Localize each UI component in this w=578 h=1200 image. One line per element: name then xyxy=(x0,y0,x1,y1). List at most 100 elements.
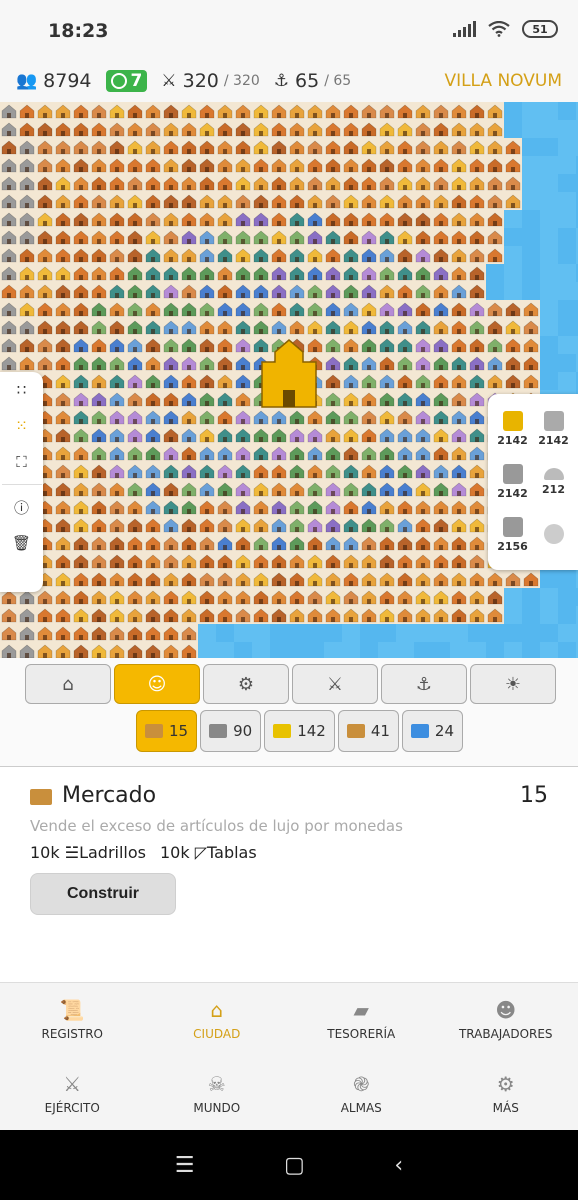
map-tile[interactable] xyxy=(1,104,17,119)
map-tile[interactable] xyxy=(271,194,287,209)
map-tile[interactable] xyxy=(558,246,576,264)
map-tile[interactable] xyxy=(361,104,377,119)
map-tile[interactable] xyxy=(522,588,540,606)
map-tile[interactable] xyxy=(414,624,432,642)
map-tile[interactable] xyxy=(181,140,197,155)
map-tile[interactable] xyxy=(145,320,161,335)
map-tile[interactable] xyxy=(540,588,558,606)
panel-item[interactable]: 2142 xyxy=(492,455,533,508)
map-tile[interactable] xyxy=(469,410,485,425)
map-tile[interactable] xyxy=(217,176,233,191)
map-tile[interactable] xyxy=(145,536,161,551)
map-tile[interactable] xyxy=(289,302,305,317)
map-tile[interactable] xyxy=(217,554,233,569)
map-tile[interactable] xyxy=(55,104,71,119)
map-tile[interactable] xyxy=(235,284,251,299)
map-tile[interactable] xyxy=(199,410,215,425)
map-tile[interactable] xyxy=(199,158,215,173)
map-tile[interactable] xyxy=(181,194,197,209)
subtab-market[interactable]: 15 xyxy=(136,710,198,752)
map-tile[interactable] xyxy=(109,500,125,515)
map-tile[interactable] xyxy=(55,302,71,317)
map-tile[interactable] xyxy=(558,210,576,228)
map-tile[interactable] xyxy=(558,102,576,120)
map-tile[interactable] xyxy=(73,140,89,155)
panel-item[interactable]: 2156 xyxy=(492,509,533,562)
map-tile[interactable] xyxy=(343,464,359,479)
map-tile[interactable] xyxy=(1,158,17,173)
map-tile[interactable] xyxy=(91,284,107,299)
map-tile[interactable] xyxy=(1,140,17,155)
map-tile[interactable] xyxy=(1,176,17,191)
map-tile[interactable] xyxy=(522,120,540,138)
map-tile[interactable] xyxy=(505,302,521,317)
map-tile[interactable] xyxy=(199,212,215,227)
home-icon[interactable]: ▢ xyxy=(284,1153,305,1178)
map-tile[interactable] xyxy=(19,104,35,119)
map-tile[interactable] xyxy=(361,518,377,533)
map-tile[interactable] xyxy=(379,590,395,605)
fullscreen-icon[interactable]: ⛶ xyxy=(0,444,43,480)
map-tile[interactable] xyxy=(127,194,143,209)
map-tile[interactable] xyxy=(55,554,71,569)
map-tile[interactable] xyxy=(127,176,143,191)
map-tile[interactable] xyxy=(163,392,179,407)
map-tile[interactable] xyxy=(271,590,287,605)
map-tile[interactable] xyxy=(415,194,431,209)
map-tile[interactable] xyxy=(432,642,450,658)
map-tile[interactable] xyxy=(73,356,89,371)
map-tile[interactable] xyxy=(415,446,431,461)
map-tile[interactable] xyxy=(235,464,251,479)
map-tile[interactable] xyxy=(289,104,305,119)
map-tile[interactable] xyxy=(451,572,467,587)
map-tile[interactable] xyxy=(73,266,89,281)
map-tile[interactable] xyxy=(163,248,179,263)
map-tile[interactable] xyxy=(19,320,35,335)
map-tile[interactable] xyxy=(109,374,125,389)
map-tile[interactable] xyxy=(415,374,431,389)
map-tile[interactable] xyxy=(433,356,449,371)
map-tile[interactable] xyxy=(433,590,449,605)
map-tile[interactable] xyxy=(397,248,413,263)
map-tile[interactable] xyxy=(37,302,53,317)
city-name[interactable]: VILLA NOVUM xyxy=(444,71,562,91)
map-tile[interactable] xyxy=(522,228,540,246)
map-tile[interactable] xyxy=(379,428,395,443)
map-tile[interactable] xyxy=(1,194,17,209)
map-tile[interactable] xyxy=(217,374,233,389)
map-tile[interactable] xyxy=(343,320,359,335)
grid-icon[interactable]: ∷ xyxy=(0,372,43,408)
map-tile[interactable] xyxy=(361,590,377,605)
map-tile[interactable] xyxy=(469,554,485,569)
map-tile[interactable] xyxy=(486,624,504,642)
map-tile[interactable] xyxy=(163,608,179,623)
map-tile[interactable] xyxy=(163,374,179,389)
map-tile[interactable] xyxy=(361,356,377,371)
map-tile[interactable] xyxy=(469,518,485,533)
map-tile[interactable] xyxy=(37,320,53,335)
map-tile[interactable] xyxy=(505,338,521,353)
subtab-stairs[interactable]: 90 xyxy=(200,710,262,752)
map-tile[interactable] xyxy=(235,230,251,245)
map-tile[interactable] xyxy=(379,158,395,173)
nav-almas[interactable]: ֎ ALMAS xyxy=(289,1057,434,1131)
map-tile[interactable] xyxy=(397,284,413,299)
map-tile[interactable] xyxy=(558,570,576,588)
map-tile[interactable] xyxy=(235,140,251,155)
map-tile[interactable] xyxy=(127,230,143,245)
map-tile[interactable] xyxy=(361,392,377,407)
map-tile[interactable] xyxy=(253,572,269,587)
map-tile[interactable] xyxy=(55,212,71,227)
map-tile[interactable] xyxy=(37,644,53,658)
map-tile[interactable] xyxy=(235,356,251,371)
map-tile[interactable] xyxy=(163,428,179,443)
map-tile[interactable] xyxy=(235,104,251,119)
map-tile[interactable] xyxy=(325,536,341,551)
map-tile[interactable] xyxy=(271,482,287,497)
map-tile[interactable] xyxy=(1,338,17,353)
map-tile[interactable] xyxy=(253,608,269,623)
trash-icon[interactable]: 🗑 xyxy=(0,525,43,561)
map-tile[interactable] xyxy=(540,264,558,282)
map-tile[interactable] xyxy=(19,176,35,191)
map-tile[interactable] xyxy=(127,536,143,551)
